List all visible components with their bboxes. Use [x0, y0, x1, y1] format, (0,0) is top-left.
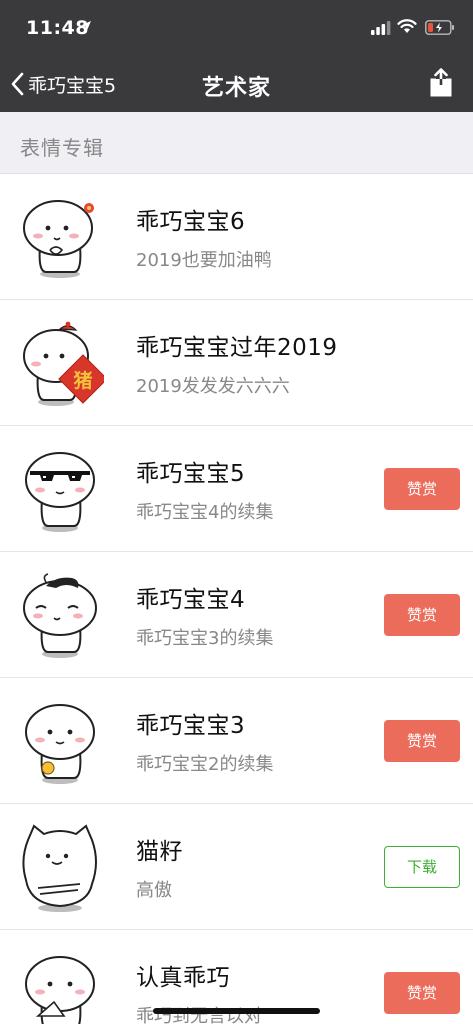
reward-button[interactable]: 赞赏: [384, 594, 460, 636]
battery-low-icon: [425, 20, 454, 35]
album-subtitle: 2019也要加油鸭: [136, 250, 272, 271]
section-title: 表情专辑: [20, 136, 104, 160]
sticker-thumbnail: [22, 824, 97, 912]
nav-bar: 乖巧宝宝5 艺术家: [0, 56, 473, 112]
album-title: 认真乖巧: [136, 965, 230, 991]
location-arrow-icon: [81, 21, 91, 32]
reward-button[interactable]: 赞赏: [384, 972, 460, 1014]
page-title: 艺术家: [201, 76, 271, 101]
reward-button[interactable]: 赞赏: [384, 468, 460, 510]
reward-button[interactable]: 赞赏: [384, 720, 460, 762]
sticker-thumbnail: [23, 200, 94, 278]
album-title: 猫籽: [136, 839, 183, 865]
album-row[interactable]: 猪 乖巧宝宝过年2019 2019发发发六六六: [0, 300, 473, 426]
download-button[interactable]: 下载: [384, 846, 460, 888]
sticker-thumbnail: [25, 704, 95, 784]
album-subtitle: 乖巧宝宝2的续集: [136, 754, 274, 775]
wifi-icon: [397, 19, 417, 33]
home-indicator[interactable]: [153, 1008, 320, 1014]
album-title: 乖巧宝宝3: [136, 713, 246, 739]
album-subtitle: 乖巧宝宝4的续集: [136, 502, 274, 523]
album-row[interactable]: 猫籽 高傲 下载: [0, 804, 473, 930]
album-row[interactable]: 乖巧宝宝5 乖巧宝宝4的续集 赞赏: [0, 426, 473, 552]
share-icon[interactable]: [428, 68, 454, 98]
signal-icon: [371, 21, 391, 35]
album-subtitle: 高傲: [136, 880, 172, 901]
status-bar: 11:48: [0, 0, 473, 56]
album-subtitle: 乖巧宝宝3的续集: [136, 628, 274, 649]
album-row[interactable]: 乖巧宝宝6 2019也要加油鸭: [0, 174, 473, 300]
album-list: 乖巧宝宝6 2019也要加油鸭 猪 乖巧宝宝过年2019 2019发发发六六六: [0, 174, 473, 1024]
sticker-thumbnail: [25, 452, 95, 532]
section-header: 表情专辑: [0, 112, 473, 174]
album-subtitle: 2019发发发六六六: [136, 376, 290, 397]
album-title: 乖巧宝宝4: [136, 587, 246, 613]
album-row[interactable]: 乖巧宝宝4 乖巧宝宝3的续集 赞赏: [0, 552, 473, 678]
album-row[interactable]: 乖巧宝宝3 乖巧宝宝2的续集 赞赏: [0, 678, 473, 804]
svg-text:猪: 猪: [72, 370, 92, 392]
album-title: 乖巧宝宝6: [136, 209, 246, 235]
sticker-thumbnail: [25, 956, 95, 1024]
sticker-thumbnail: 猪: [23, 321, 104, 406]
sticker-thumbnail: [23, 573, 97, 658]
album-title: 乖巧宝宝5: [136, 461, 246, 487]
album-title: 乖巧宝宝过年2019: [136, 335, 338, 361]
